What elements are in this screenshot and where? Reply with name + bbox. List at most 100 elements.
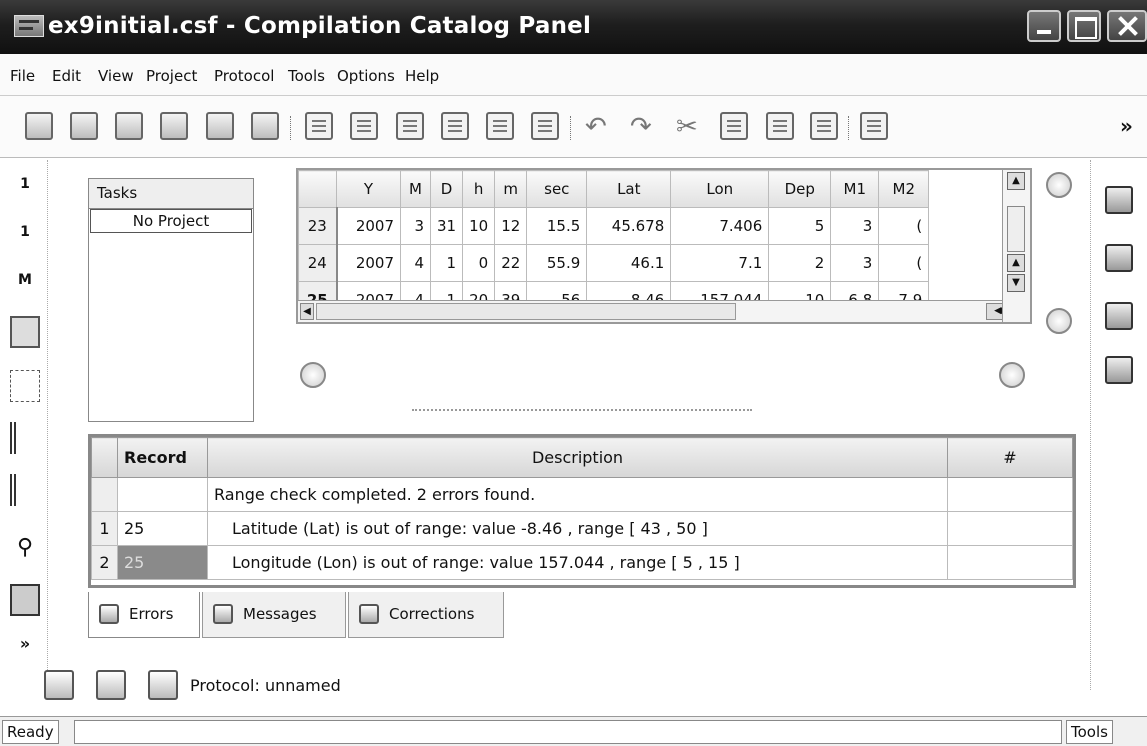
open-file-icon[interactable]: [70, 112, 98, 140]
preview-page-icon[interactable]: [531, 112, 559, 140]
sort-ascending-icon[interactable]: 1: [10, 168, 40, 200]
delete-icon[interactable]: [810, 112, 838, 140]
scroll-up-icon[interactable]: ▲: [1007, 172, 1025, 190]
cell-lon[interactable]: 7.406: [670, 207, 770, 245]
error-description[interactable]: Longitude (Lon) is out of range: value 1…: [207, 545, 948, 580]
error-row[interactable]: 1 25 Latitude (Lat) is out of range: val…: [91, 511, 1073, 546]
maximize-button[interactable]: [1067, 10, 1101, 42]
navigate-left-icon[interactable]: [300, 362, 326, 388]
cell-sec[interactable]: 55.9: [526, 244, 588, 282]
task-item[interactable]: No Project: [90, 209, 252, 233]
cell-lon[interactable]: 7.1: [670, 244, 770, 282]
rows-icon[interactable]: [10, 474, 40, 506]
cell-m1[interactable]: 3: [830, 207, 880, 245]
menu-help[interactable]: Help: [405, 67, 439, 85]
scroll-left-icon[interactable]: ◀: [300, 303, 314, 320]
cell-d[interactable]: 31: [429, 207, 464, 245]
minimize-button[interactable]: [1027, 10, 1061, 42]
error-row[interactable]: 2 25 Longitude (Lon) is out of range: va…: [91, 545, 1073, 580]
cell-h[interactable]: 10: [462, 207, 496, 245]
record-cell[interactable]: 25: [117, 511, 208, 546]
tab-corrections[interactable]: Corrections: [348, 592, 504, 638]
sort-descending-icon[interactable]: 1: [10, 216, 40, 248]
print-page-icon[interactable]: [486, 112, 514, 140]
clear-icon[interactable]: [1105, 356, 1133, 384]
cell-min[interactable]: 12: [494, 207, 528, 245]
form-icon[interactable]: [10, 316, 40, 348]
column-header-dep[interactable]: Dep: [768, 170, 832, 208]
menu-protocol[interactable]: Protocol: [214, 67, 274, 85]
scroll-down-icon[interactable]: ▼: [1007, 274, 1025, 292]
collapse-up-icon[interactable]: [1046, 172, 1072, 198]
cell-m[interactable]: 3: [400, 207, 431, 245]
calculator-icon[interactable]: [1105, 186, 1133, 214]
protocol-preview-icon[interactable]: [44, 670, 74, 700]
columns-icon[interactable]: [10, 422, 40, 454]
column-header-m1[interactable]: M1: [830, 170, 880, 208]
cell-d[interactable]: 1: [429, 244, 464, 282]
catalog-row[interactable]: 24 2007 4 1 0 22 55.9 46.1 7.1 2 3 (: [298, 244, 930, 282]
more-tools-icon[interactable]: »: [10, 628, 40, 660]
save-as-icon[interactable]: [160, 112, 188, 140]
column-header-lon[interactable]: Lon: [670, 170, 770, 208]
vertical-scroll-thumb[interactable]: [1007, 206, 1025, 252]
cell-m2[interactable]: (: [878, 244, 930, 282]
tab-errors[interactable]: Errors: [88, 592, 200, 638]
menu-edit[interactable]: Edit: [52, 67, 81, 85]
splitter[interactable]: [412, 409, 752, 411]
close-button[interactable]: [1107, 10, 1147, 42]
catalog-row[interactable]: 23 2007 3 31 10 12 15.5 45.678 7.406 5 3…: [298, 207, 930, 245]
horizontal-scroll-thumb[interactable]: [316, 303, 736, 320]
column-header-record[interactable]: Record: [117, 437, 208, 478]
error-description[interactable]: Latitude (Lat) is out of range: value -8…: [207, 511, 948, 546]
column-header-sec[interactable]: sec: [526, 170, 588, 208]
table-icon[interactable]: [860, 112, 888, 140]
cell-lat[interactable]: 46.1: [586, 244, 672, 282]
undo-icon[interactable]: ↶: [585, 114, 607, 140]
row-number[interactable]: 24: [298, 244, 338, 282]
save-all-icon[interactable]: [206, 112, 234, 140]
cell-y[interactable]: 2007: [336, 244, 401, 282]
column-header-y[interactable]: Y: [336, 170, 401, 208]
export-icon[interactable]: [251, 112, 279, 140]
cell-min[interactable]: 22: [494, 244, 528, 282]
menu-options[interactable]: Options: [337, 67, 395, 85]
toolbar-overflow-icon[interactable]: »: [1120, 114, 1133, 138]
record-cell[interactable]: 25: [117, 545, 208, 580]
protocol-open-icon[interactable]: [96, 670, 126, 700]
tab-messages[interactable]: Messages: [202, 592, 346, 638]
scroll-up-icon[interactable]: ▲: [1007, 254, 1025, 272]
row-number[interactable]: 23: [298, 207, 338, 245]
protocol-save-icon[interactable]: [148, 670, 178, 700]
open-page-icon[interactable]: [350, 112, 378, 140]
zoom-icon[interactable]: ⚲: [10, 532, 40, 564]
open-folder-icon[interactable]: [25, 112, 53, 140]
redo-icon[interactable]: ↷: [630, 114, 652, 140]
cell-m1[interactable]: 3: [830, 244, 880, 282]
edit-page-icon[interactable]: [396, 112, 424, 140]
menu-project[interactable]: Project: [146, 67, 197, 85]
list-icon[interactable]: [10, 584, 40, 616]
cell-m2[interactable]: (: [878, 207, 930, 245]
cell-m[interactable]: 4: [400, 244, 431, 282]
menu-file[interactable]: File: [10, 67, 35, 85]
column-header-m[interactable]: M: [400, 170, 431, 208]
new-page-icon[interactable]: [305, 112, 333, 140]
save-icon[interactable]: [115, 112, 143, 140]
report-icon[interactable]: [1105, 302, 1133, 330]
cut-icon[interactable]: ✂: [676, 114, 698, 140]
select-icon[interactable]: [10, 370, 40, 402]
column-header-h[interactable]: h: [462, 170, 496, 208]
refresh-page-icon[interactable]: [441, 112, 469, 140]
cell-dep[interactable]: 5: [768, 207, 832, 245]
cell-lat[interactable]: 45.678: [586, 207, 672, 245]
cell-y[interactable]: 2007: [336, 207, 401, 245]
cell-dep[interactable]: 2: [768, 244, 832, 282]
column-header-d[interactable]: D: [429, 170, 464, 208]
horizontal-scrollbar[interactable]: ◀ ◀▶: [298, 300, 1020, 322]
menu-tools[interactable]: Tools: [288, 67, 325, 85]
vertical-scrollbar[interactable]: ▲ ▲ ▼: [1002, 170, 1030, 322]
cell-h[interactable]: 0: [462, 244, 496, 282]
column-header-lat[interactable]: Lat: [586, 170, 672, 208]
expand-down-icon[interactable]: [1046, 308, 1072, 334]
